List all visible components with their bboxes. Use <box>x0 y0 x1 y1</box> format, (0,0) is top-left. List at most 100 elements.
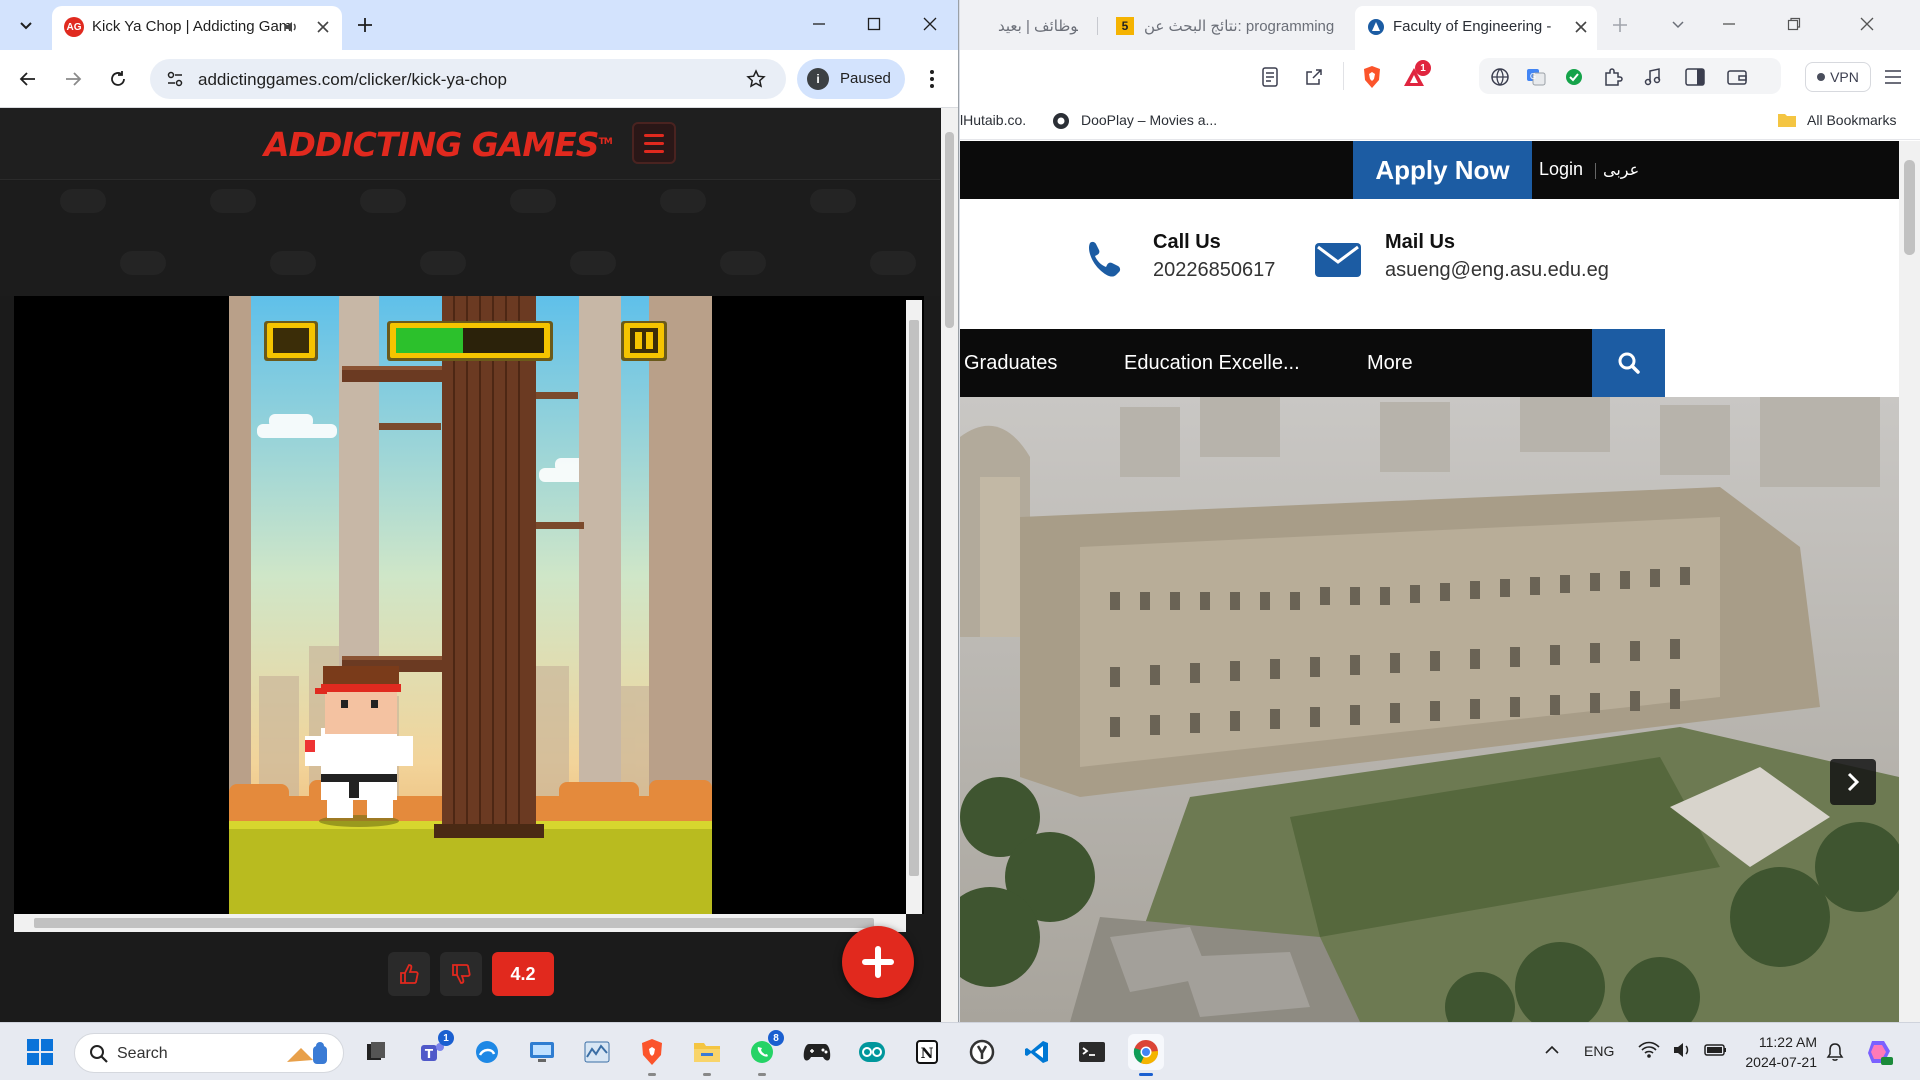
login-link[interactable]: Login <box>1539 159 1583 180</box>
close-window-button[interactable] <box>1855 12 1879 36</box>
restore-button[interactable] <box>1782 12 1806 36</box>
site-top-bar: Apply Now Login عربى <box>960 141 1899 199</box>
asu-favicon-icon <box>1367 18 1385 36</box>
chrome-app-icon[interactable] <box>1128 1034 1164 1076</box>
close-window-button[interactable] <box>918 12 942 36</box>
forward-button[interactable] <box>59 65 87 93</box>
tab-close-icon[interactable] <box>312 16 334 38</box>
phone-number[interactable]: 20226850617 <box>1153 259 1275 282</box>
reload-button[interactable] <box>104 65 132 93</box>
clock[interactable]: 11:22 AM 2024-07-21 <box>1735 1032 1817 1072</box>
vpn-button[interactable]: VPN <box>1805 62 1871 92</box>
reader-mode-icon[interactable] <box>1257 64 1283 90</box>
email-address[interactable]: asueng@eng.asu.edu.eg <box>1385 259 1609 282</box>
nav-item-education-excellence[interactable]: Education Excelle... <box>1124 352 1300 375</box>
search-highlight-icon <box>283 1040 333 1068</box>
teams-app-icon[interactable]: T 1 <box>414 1030 454 1070</box>
extensions-puzzle-icon[interactable] <box>1600 64 1626 90</box>
vscode-app-icon[interactable] <box>1019 1034 1055 1070</box>
tab-active[interactable]: Faculty of Engineering - <box>1355 6 1597 50</box>
running-indicator <box>758 1073 766 1076</box>
file-explorer-icon[interactable] <box>689 1034 725 1076</box>
edge-app-icon[interactable] <box>469 1034 505 1070</box>
maximize-button[interactable] <box>862 12 886 36</box>
avatar: i <box>807 68 829 90</box>
all-bookmarks-button[interactable]: All Bookmarks <box>1777 112 1896 128</box>
chrome-window: AG Kick Ya Chop | Addicting Games addict… <box>0 0 959 1022</box>
audio-playing-icon[interactable] <box>282 18 300 36</box>
notion-app-icon[interactable]: N <box>909 1034 945 1070</box>
task-view-icon[interactable] <box>358 1034 394 1070</box>
browser-menu-button[interactable] <box>1880 64 1906 90</box>
grammar-extension-icon[interactable] <box>1561 64 1587 90</box>
tab-list-button[interactable] <box>1671 19 1685 31</box>
tab-remote-jobs[interactable]: الوظائف | بعيد <box>998 10 1078 42</box>
minimize-button[interactable] <box>1717 12 1741 36</box>
taskbar-search-box[interactable]: Search <box>74 1033 344 1073</box>
system-tray[interactable] <box>1638 1041 1728 1059</box>
google-translate-icon[interactable]: G <box>1523 64 1549 90</box>
bookmark-item[interactable]: lHutaib.co. <box>960 112 1026 128</box>
tab-search-button[interactable] <box>10 10 42 40</box>
brave-rewards-icon[interactable]: 1 <box>1401 60 1431 90</box>
page-vertical-scrollbar[interactable] <box>941 108 958 1022</box>
sidebar-icon[interactable] <box>1682 64 1708 90</box>
game-canvas[interactable] <box>229 296 712 918</box>
add-button[interactable] <box>842 926 914 998</box>
hamburger-menu-button[interactable] <box>632 122 676 164</box>
game-horizontal-scrollbar[interactable] <box>14 914 906 932</box>
hero-slider-image <box>960 397 1899 1022</box>
chevron-up-icon <box>1545 1045 1559 1054</box>
wallet-icon[interactable] <box>1724 64 1750 90</box>
site-header: ADDICTING GAMESTM <box>0 108 940 180</box>
resource-monitor-icon[interactable] <box>579 1034 615 1070</box>
game-vertical-scrollbar[interactable] <box>906 300 922 914</box>
whatsapp-app-icon[interactable]: 8 <box>744 1030 784 1076</box>
tab-active[interactable]: AG Kick Ya Chop | Addicting Games <box>52 6 342 50</box>
bookmark-star-icon[interactable] <box>746 69 766 89</box>
game-controller-icon[interactable] <box>799 1034 835 1070</box>
arabic-language-link[interactable]: عربى <box>1603 160 1639 180</box>
site-logo[interactable]: ADDICTING GAMESTM <box>264 125 613 164</box>
translate-globe-icon[interactable] <box>1487 64 1513 90</box>
back-button[interactable] <box>14 65 42 93</box>
brave-app-icon[interactable] <box>634 1034 670 1076</box>
share-icon[interactable] <box>1301 64 1327 90</box>
profile-paused-button[interactable]: i Paused <box>797 59 905 99</box>
copilot-icon[interactable] <box>1864 1037 1894 1067</box>
terminal-app-icon[interactable] <box>1074 1034 1110 1070</box>
page-viewport: Apply Now Login عربى Call Us 20226850617… <box>960 141 1920 1022</box>
start-button[interactable] <box>22 1034 58 1070</box>
dislike-button[interactable] <box>440 952 482 996</box>
reload-icon <box>111 71 125 86</box>
browser-menu-button[interactable] <box>918 65 946 93</box>
rating-score: 4.2 <box>492 952 554 996</box>
thumbs-down-icon <box>452 964 471 984</box>
like-button[interactable] <box>388 952 430 996</box>
addicting-games-favicon-icon: AG <box>64 17 84 37</box>
remote-desktop-icon[interactable] <box>524 1034 560 1070</box>
apply-now-button[interactable]: Apply Now <box>1353 141 1532 199</box>
arduino-app-icon[interactable] <box>854 1034 890 1070</box>
folder-icon <box>1778 114 1796 127</box>
page-vertical-scrollbar[interactable] <box>1899 141 1920 1022</box>
new-tab-button[interactable] <box>1612 17 1628 33</box>
notifications-bell-icon[interactable] <box>1826 1042 1844 1062</box>
new-tab-button[interactable] <box>352 12 378 38</box>
arrow-right-icon <box>66 72 82 86</box>
tab-close-icon[interactable] <box>1575 21 1587 33</box>
language-indicator[interactable]: ENG <box>1584 1043 1614 1059</box>
media-music-icon[interactable] <box>1640 64 1666 90</box>
nav-item-more[interactable]: More <box>1367 352 1413 375</box>
brave-shields-icon[interactable] <box>1359 64 1385 90</box>
minimize-button[interactable] <box>807 12 831 36</box>
show-hidden-icons-button[interactable] <box>1544 1044 1560 1056</box>
site-search-button[interactable] <box>1592 329 1665 397</box>
tab-search-results[interactable]: 5 نتائج البحث عن: programming <box>1116 10 1338 42</box>
yandex-app-icon[interactable] <box>964 1034 1000 1070</box>
site-info-icon[interactable] <box>166 70 184 88</box>
bookmark-item[interactable]: DooPlay – Movies a... <box>1081 112 1217 128</box>
slider-next-button[interactable] <box>1830 759 1876 805</box>
address-bar[interactable]: addictinggames.com/clicker/kick-ya-chop <box>150 59 786 99</box>
nav-item-graduates[interactable]: Graduates <box>964 352 1057 375</box>
